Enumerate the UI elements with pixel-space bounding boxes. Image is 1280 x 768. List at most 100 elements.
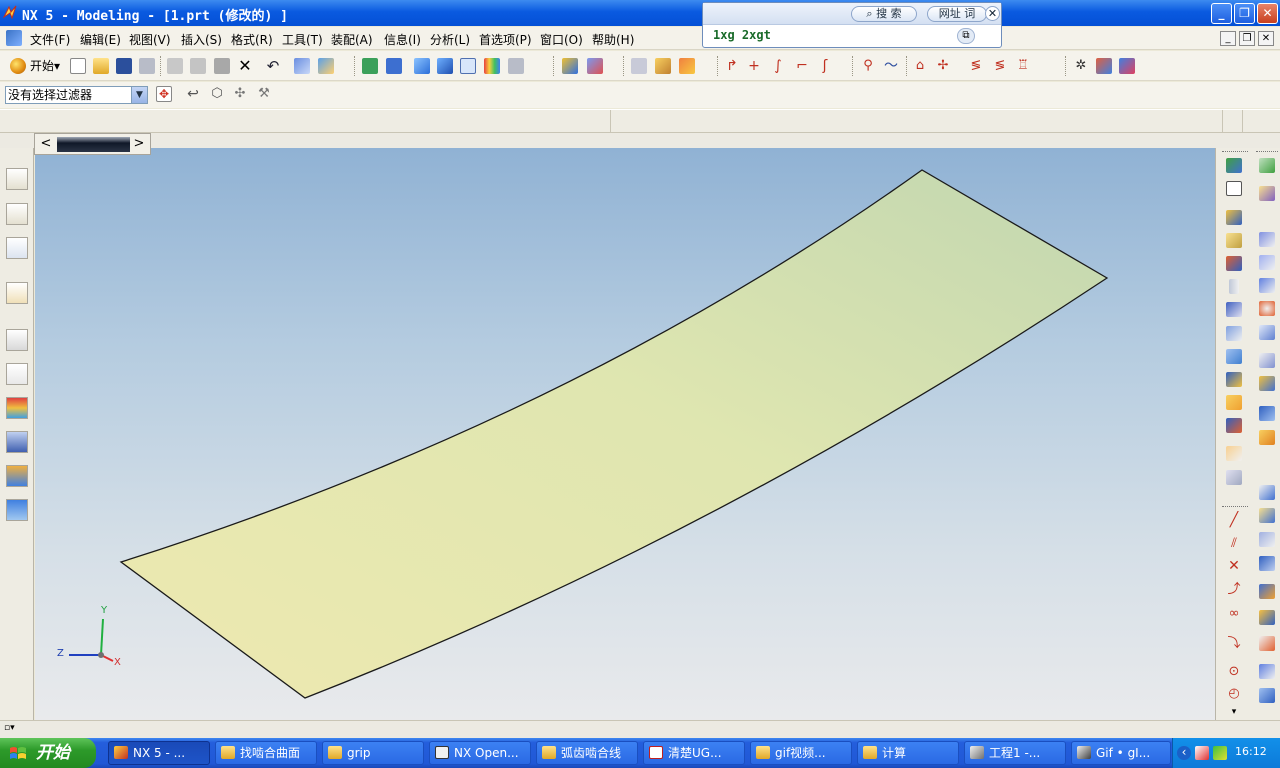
background-icon[interactable] <box>508 58 524 74</box>
undo-icon[interactable]: ↶ <box>265 58 281 74</box>
blend-icon[interactable] <box>1259 584 1275 599</box>
measure-distance-icon[interactable] <box>631 58 647 74</box>
cross-point-icon[interactable]: ✕ <box>1226 559 1242 574</box>
snap-point-settings-icon[interactable]: ✣ <box>232 86 248 102</box>
menu-view[interactable]: 视图(V) <box>129 31 171 48</box>
toolbar-grip[interactable] <box>1222 506 1248 509</box>
taskbar-item-folder-4[interactable]: gif视频... <box>750 741 852 765</box>
menu-preferences[interactable]: 首选项(P) <box>479 31 532 48</box>
save-icon[interactable] <box>116 58 132 74</box>
security-shield-icon[interactable] <box>1213 746 1227 760</box>
offset-curve-icon[interactable]: ⌂ <box>912 58 928 74</box>
command-finder-icon[interactable] <box>318 58 334 74</box>
menu-assembly[interactable]: 装配(A) <box>331 31 373 48</box>
minimize-button[interactable]: _ <box>1211 3 1232 24</box>
taskbar-item-nx-open[interactable]: NX Open... <box>429 741 531 765</box>
global-shaping-icon[interactable] <box>1259 636 1275 651</box>
line-icon[interactable]: ∫ <box>770 58 786 74</box>
search-widget-close-button[interactable]: ✕ <box>985 6 1000 21</box>
sew-icon[interactable] <box>1259 430 1275 445</box>
taskbar-item-project[interactable]: 工程1 -... <box>964 741 1066 765</box>
cylinder-icon[interactable] <box>1229 279 1239 294</box>
ruled-surface-icon[interactable] <box>1259 232 1275 247</box>
network-icon[interactable] <box>1195 746 1209 760</box>
roles-icon[interactable] <box>6 465 28 487</box>
datum-plane-icon[interactable] <box>1226 181 1242 196</box>
n-sided-surface-icon[interactable] <box>1259 301 1275 316</box>
tab-prev-button[interactable]: < <box>36 135 56 153</box>
status-indicator[interactable]: ▫▾ <box>4 723 15 733</box>
bounded-plane-icon[interactable] <box>1259 325 1275 340</box>
curved-surface[interactable] <box>119 169 1109 699</box>
shaded-edges-icon[interactable] <box>437 58 453 74</box>
edit-defining-section-icon[interactable] <box>1259 485 1275 500</box>
chevron-down-icon[interactable]: ▼ <box>131 87 147 103</box>
repeat-command-icon[interactable] <box>294 58 310 74</box>
pad-icon[interactable] <box>1226 395 1242 410</box>
offset-surface-icon[interactable] <box>1259 376 1275 391</box>
palette-icon[interactable] <box>6 397 28 419</box>
menu-format[interactable]: 格式(R) <box>231 31 273 48</box>
mdi-minimize-button[interactable]: _ <box>1220 31 1236 46</box>
menu-help[interactable]: 帮助(H) <box>592 31 634 48</box>
taskbar-item-folder-2[interactable]: grip <box>322 741 424 765</box>
select-all-icon[interactable]: ⬡ <box>209 86 225 102</box>
search-button[interactable]: ⌕ 搜 索 <box>851 6 917 22</box>
extrude-icon[interactable] <box>1226 210 1242 225</box>
assembly-navigator-icon[interactable] <box>6 168 28 190</box>
parallel-lines-icon[interactable]: ⫽ <box>1226 536 1242 551</box>
web-browser-icon[interactable] <box>6 499 28 521</box>
circle-pair-icon[interactable]: ∞ <box>1226 606 1242 621</box>
snap-icon[interactable]: ✲ <box>1073 58 1089 74</box>
taskbar-item-pdf[interactable]: 清楚UG... <box>643 741 745 765</box>
app-menu-icon[interactable] <box>6 30 22 46</box>
cylinder-surface-icon[interactable] <box>1259 556 1275 571</box>
clock[interactable]: 16:12 <box>1235 745 1267 758</box>
cone-icon[interactable] <box>1226 302 1242 317</box>
thread-icon[interactable] <box>1226 470 1242 485</box>
arc-circle-icon[interactable]: ◴ <box>1226 686 1242 701</box>
studio-icon[interactable] <box>484 58 500 74</box>
close-button[interactable]: ✕ <box>1257 3 1278 24</box>
history-icon[interactable] <box>6 329 28 351</box>
url-word-button[interactable]: 网址 词 <box>927 6 987 22</box>
menu-edit[interactable]: 编辑(E) <box>80 31 121 48</box>
copy-icon[interactable] <box>190 58 206 74</box>
cut-icon[interactable] <box>167 58 183 74</box>
menu-window[interactable]: 窗口(O) <box>540 31 583 48</box>
taskbar-item-folder-1[interactable]: 找啮合曲面 <box>215 741 317 765</box>
select-options-icon[interactable] <box>1119 58 1135 74</box>
toolbar-expand-icon[interactable]: ▾ <box>1226 706 1242 721</box>
fit-icon[interactable] <box>386 58 402 74</box>
show-hidden-icons-button[interactable]: ‹ <box>1177 746 1191 760</box>
refresh-icon[interactable] <box>362 58 378 74</box>
print-icon[interactable] <box>139 58 155 74</box>
curve-point-icon[interactable]: ⤴ <box>1226 582 1242 597</box>
edit-surface-icon[interactable] <box>1259 508 1275 523</box>
part-tab[interactable] <box>57 137 130 152</box>
part-navigator-icon[interactable] <box>6 237 28 259</box>
mdi-close-button[interactable]: ✕ <box>1258 31 1274 46</box>
line-tool-icon[interactable]: ╱ <box>1226 513 1242 528</box>
menu-analysis[interactable]: 分析(L) <box>430 31 470 48</box>
measure-angle-icon[interactable] <box>655 58 671 74</box>
quick-pick-icon[interactable]: ⚒ <box>256 86 272 102</box>
project-curve-icon[interactable]: ✢ <box>935 58 951 74</box>
shaded-view-icon[interactable] <box>414 58 430 74</box>
snap-point-icon[interactable] <box>1096 58 1112 74</box>
constraint-navigator-icon[interactable] <box>6 203 28 225</box>
start-button[interactable]: 开始 <box>0 738 96 768</box>
circle-icon[interactable]: ⊙ <box>1226 664 1242 679</box>
trim-curve-icon[interactable]: ≶ <box>992 58 1008 74</box>
intersection-curve-icon[interactable]: ≶ <box>968 58 984 74</box>
type-filter-select[interactable]: 没有选择过滤器 ▼ <box>5 86 148 104</box>
point-icon[interactable]: + <box>746 58 762 74</box>
extension-icon[interactable] <box>1259 353 1275 368</box>
deselect-icon[interactable]: ↩ <box>185 86 201 102</box>
block-icon[interactable] <box>1226 256 1242 271</box>
selection-scope-icon[interactable]: ✥ <box>156 86 172 102</box>
process-studio-icon[interactable] <box>6 431 28 453</box>
tab-next-button[interactable]: > <box>129 135 149 153</box>
taskbar-item-nx[interactable]: NX 5 - ... <box>108 741 210 765</box>
delete-icon[interactable]: ✕ <box>237 58 253 74</box>
